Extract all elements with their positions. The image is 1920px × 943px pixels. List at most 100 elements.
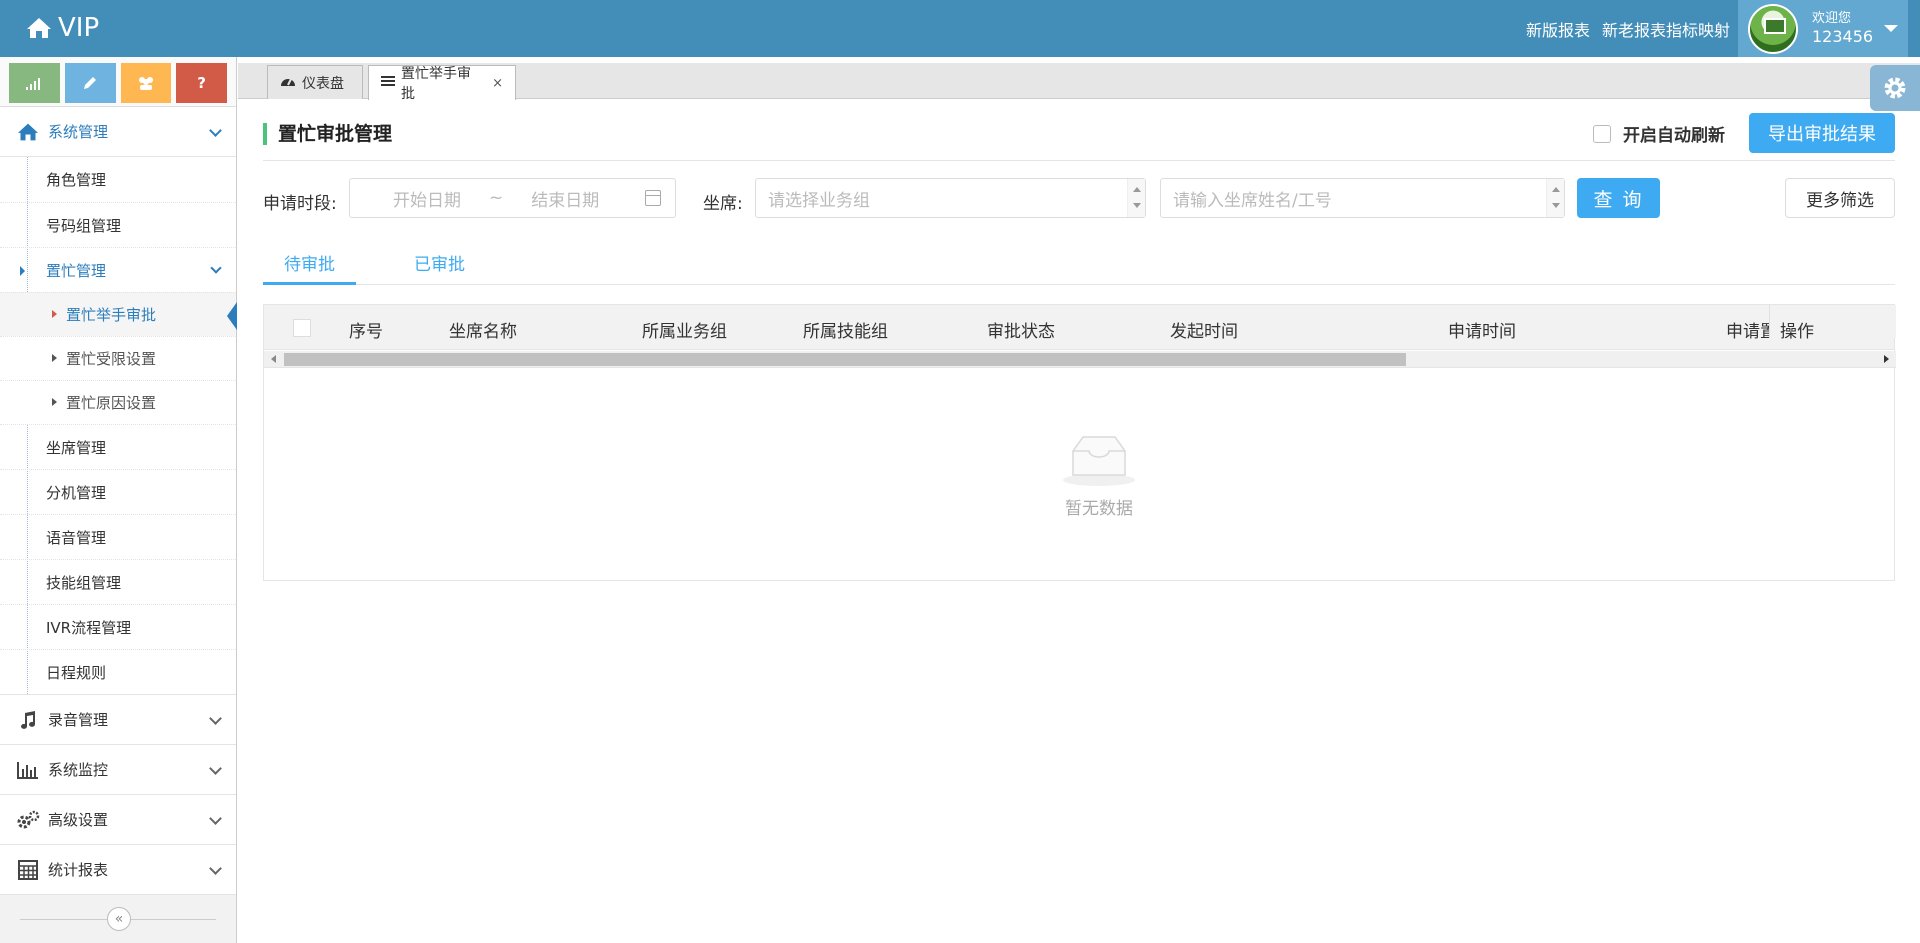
sidebar-item-label: 置忙举手审批 [66,306,157,324]
shortcut-bar: ? [0,57,236,107]
approval-tabs: 待审批 已审批 [263,242,1895,285]
auto-refresh-label: 开启自动刷新 [1623,126,1725,146]
sidebar-item-label: 分机管理 [46,483,107,502]
sidebar-item-label: 日程规则 [46,663,107,682]
list-icon [381,75,395,91]
settings-gear-button[interactable] [1870,65,1920,111]
sidebar-item-busy-management[interactable]: 置忙管理 [0,247,236,292]
col-business-group: 所属业务组 [642,322,727,342]
period-label: 申请时段: [263,194,337,214]
col-start-time: 发起时间 [1170,322,1238,342]
col-skill-group: 所属技能组 [803,322,888,342]
query-button[interactable]: 查 询 [1577,178,1660,218]
sidebar-item-roles[interactable]: 角色管理 [0,157,236,202]
tab-pending[interactable]: 待审批 [263,250,356,285]
sidebar-item-label: IVR流程管理 [46,618,132,637]
sidebar-item-label: 置忙管理 [46,261,107,280]
sidebar-item-extensions[interactable]: 分机管理 [0,469,236,514]
chevron-down-icon [209,712,222,725]
calculator-icon [16,859,40,881]
tab-label: 仪表盘 [302,75,344,92]
system-submenu: 角色管理 号码组管理 置忙管理 置忙举手审批 置忙受限设置 置忙原因设置 坐席管… [0,157,237,695]
seat-label: 坐席: [703,194,743,214]
menu-label: 系统监控 [48,761,109,779]
caret-right-icon [52,398,57,406]
caret-right-icon [20,266,25,276]
pencil-shortcut-button[interactable] [64,63,116,103]
double-chevron-left-icon[interactable]: « [107,907,131,931]
menu-advanced[interactable]: 高级设置 [0,795,236,845]
menu-recording[interactable]: 录音管理 [0,695,236,745]
auto-refresh-checkbox[interactable] [1593,124,1611,143]
caret-down-icon [1884,25,1898,32]
select-all-checkbox[interactable] [293,319,311,337]
chevron-down-icon [209,862,222,875]
seat-search-input[interactable]: 请输入坐席姓名/工号 [1160,178,1565,218]
signal-shortcut-button[interactable] [9,63,60,103]
sidebar: ? 系统管理 角色管理 号码组管理 置忙管理 置忙举手审批 置忙受限设置 置忙原… [0,57,237,943]
sidebar-item-label: 角色管理 [46,171,107,189]
pencil-icon [84,77,97,89]
sidebar-item-label: 号码组管理 [46,216,122,235]
sidebar-item-seats[interactable]: 坐席管理 [0,424,236,469]
table-header: 序号 坐席名称 所属业务组 所属技能组 审批状态 发起时间 申请时间 申请置 操… [264,305,1896,350]
scroll-left-arrow[interactable] [271,355,276,363]
close-icon[interactable]: × [492,76,503,91]
sidebar-item-voice[interactable]: 语音管理 [0,514,236,559]
more-filters-button[interactable]: 更多筛选 [1785,178,1895,218]
sidebar-item-label: 坐席管理 [46,438,107,457]
scroll-right-arrow[interactable] [1884,355,1889,363]
user-menu[interactable]: 欢迎您 123456 [1738,0,1908,57]
report-mapping-link[interactable]: 新老报表指标映射 [1602,17,1730,41]
tab-label: 置忙举手审批 [401,66,471,102]
col-status: 审批状态 [987,322,1055,342]
export-button[interactable]: 导出审批结果 [1749,113,1895,153]
tab-busy-approval[interactable]: 置忙举手审批 × [368,65,516,102]
col-apply-busy: 申请置 [1726,322,1770,342]
sidebar-item-skill-groups[interactable]: 技能组管理 [0,559,236,604]
auto-refresh-toggle[interactable]: 开启自动刷新 [1593,121,1725,146]
sidebar-item-label: 置忙原因设置 [66,394,157,412]
tab-approved[interactable]: 已审批 [393,250,486,285]
menu-monitoring[interactable]: 系统监控 [0,745,236,795]
end-date-input[interactable]: 结束日期 [531,186,599,211]
dashboard-icon [280,75,296,91]
avatar [1748,3,1798,54]
menu-system-management[interactable]: 系统管理 [0,107,236,157]
sidebar-item-label: 技能组管理 [46,573,122,592]
caret-right-icon [52,354,57,362]
col-index: 序号 [349,322,383,342]
users-shortcut-button[interactable] [120,63,172,103]
date-range-picker[interactable]: 开始日期 ~ 结束日期 [349,178,676,218]
horizontal-scrollbar[interactable] [264,351,1896,368]
page-header: 置忙审批管理 开启自动刷新 导出审批结果 [263,113,1895,161]
brand-label: VIP [58,13,100,43]
sidebar-item-busy-reason[interactable]: 置忙原因设置 [0,380,236,424]
new-report-link[interactable]: 新版报表 [1526,17,1590,41]
brand[interactable]: VIP [26,10,99,46]
menu-label: 系统管理 [48,123,109,141]
empty-text: 暂无数据 [1065,499,1133,519]
tab-bar: 仪表盘 置忙举手审批 × [238,63,1920,102]
welcome-text: 欢迎您 [1812,11,1852,26]
sidebar-item-busy-approval[interactable]: 置忙举手审批 [0,292,237,336]
help-shortcut-button[interactable]: ? [176,63,227,103]
scrollbar-thumb[interactable] [284,353,1406,366]
sidebar-item-schedule[interactable]: 日程规则 [0,649,236,694]
sidebar-collapse-bar: « [0,895,236,943]
home-icon [16,121,40,143]
menu-reports[interactable]: 统计报表 [0,845,236,895]
date-separator: ~ [489,188,504,208]
tab-dashboard[interactable]: 仪表盘 [267,65,363,99]
business-group-select[interactable]: 请选择业务组 [755,178,1146,218]
sidebar-item-number-groups[interactable]: 号码组管理 [0,202,236,247]
main-content: 仪表盘 置忙举手审批 × 置忙审批管理 开启自动刷新 导出审批结果 申请时段: … [238,57,1920,943]
users-icon [138,77,153,90]
filter-bar: 申请时段: 开始日期 ~ 结束日期 坐席: 请选择业务组 请输入坐席姓名/工号 … [263,177,1895,223]
gear-icon [1884,77,1906,99]
calendar-icon [645,190,661,206]
start-date-input[interactable]: 开始日期 [393,186,461,211]
sidebar-item-ivr[interactable]: IVR流程管理 [0,604,236,649]
sidebar-item-busy-limit[interactable]: 置忙受限设置 [0,336,236,380]
top-navbar: VIP 新版报表 新老报表指标映射 欢迎您 123456 [0,0,1920,57]
